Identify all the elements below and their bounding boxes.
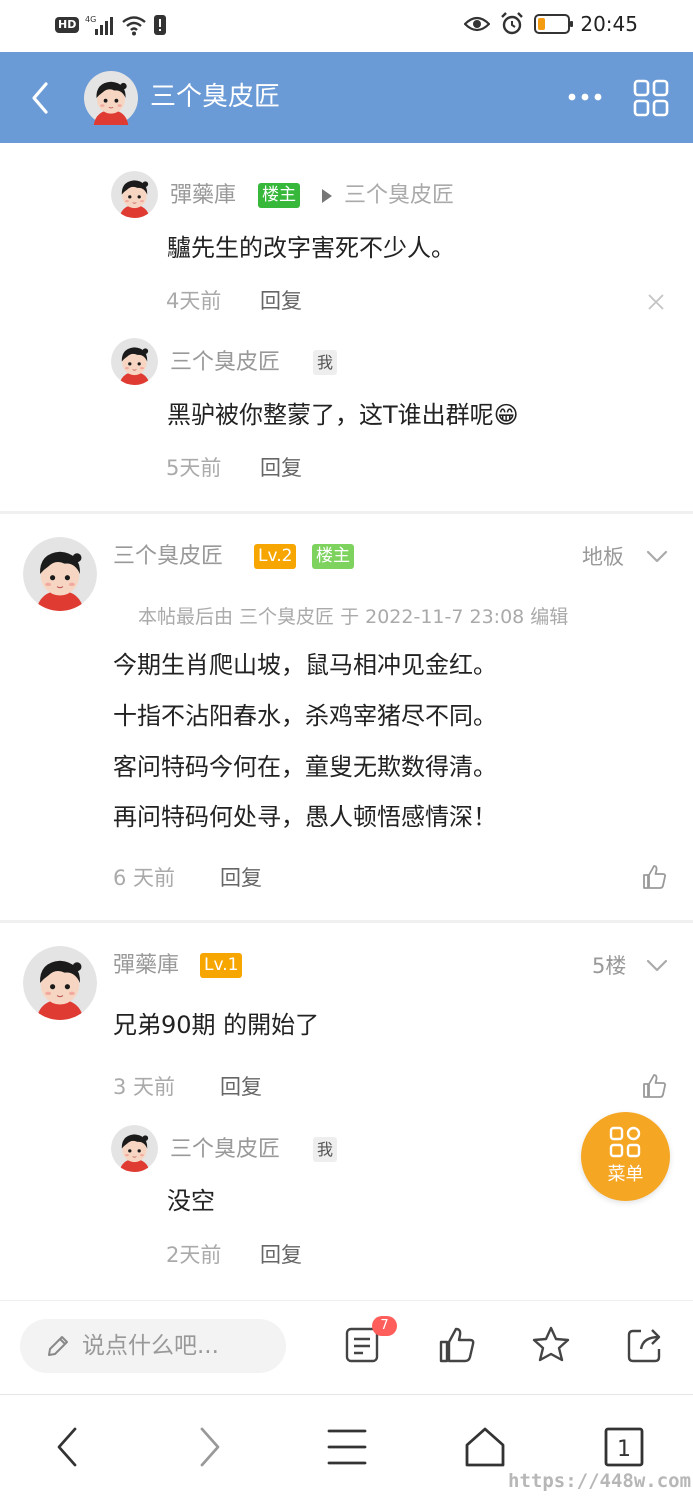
tab-count: 1 [617,1437,631,1462]
me-badge: 我 [313,350,338,375]
chevron-down-icon[interactable] [646,959,668,973]
back-icon[interactable] [47,1425,91,1469]
edit-note: 本帖最后由 三个臭皮匠 于 2022-11-7 23:08 编辑 [138,606,569,628]
svg-text:4G: 4G [85,15,96,24]
avatar[interactable] [23,537,97,611]
comment-input[interactable]: 说点什么吧... [20,1319,286,1373]
floor-label: 地板 [582,545,624,569]
comment-time: 2天前 [166,1243,222,1267]
post-author[interactable]: 彈藥庫 [113,951,179,981]
alert-icon [154,15,167,35]
alarm-icon [501,12,524,35]
post-time: 3 天前 [113,1075,176,1099]
comment-time: 5天前 [166,456,222,480]
divider [0,920,693,923]
signal-4g-icon: 4G [85,15,114,35]
comment-text: 没空 [167,1187,215,1215]
star-icon[interactable] [531,1325,571,1365]
comments-count-badge: 7 [372,1316,397,1336]
thumbs-up-icon[interactable] [437,1325,477,1365]
post-line: 十指不沾阳春水，杀鸡宰猪尽不同。 [113,702,497,730]
reply-button[interactable]: 回复 [220,1072,262,1102]
chevron-down-icon[interactable] [646,550,668,564]
post-text: 兄弟90期 的開始了 [113,1011,320,1039]
avatar[interactable] [23,946,97,1020]
home-icon[interactable] [463,1425,507,1469]
grid-icon[interactable] [632,78,670,118]
post-author[interactable]: 三个臭皮匠 [113,542,223,572]
avatar[interactable] [111,338,158,385]
close-icon[interactable] [646,292,666,312]
chevron-left-icon[interactable] [26,80,56,116]
avatar[interactable] [111,171,158,218]
apps-grid-icon [609,1126,641,1158]
thumbs-up-icon[interactable] [640,863,668,891]
header-title: 三个臭皮匠 [150,82,281,112]
reply-button[interactable]: 回复 [220,863,262,893]
thread-header: 三个臭皮匠 [0,52,693,143]
status-left: HD 4G [55,14,167,36]
fab-label: 菜单 [607,1164,644,1185]
comment-time: 4天前 [166,289,222,313]
comment-action-bar: 说点什么吧... 7 [0,1300,693,1394]
caret-right-icon [322,189,332,203]
comment-text-body: 黑驴被你整蒙了，这T谁出群呢 [167,401,494,429]
pencil-icon [48,1336,68,1356]
owner-badge: 楼主 [312,544,354,569]
status-bar: HD 4G 20:45 [0,0,693,52]
comment-text: 黑驴被你整蒙了，这T谁出群呢😁 [167,398,519,432]
avatar[interactable] [111,1125,158,1172]
post-line: 客问特码今何在，童叟无欺数得清。 [113,753,497,781]
hd-icon: HD [55,17,80,33]
comment-text: 驢先生的改字害死不少人。 [167,234,455,262]
floor-label: 5楼 [592,954,627,978]
reply-to-target: 三个臭皮匠 [322,181,454,211]
status-right: 20:45 [464,12,638,36]
me-badge: 我 [313,1137,338,1162]
comment-author[interactable]: 彈藥庫 [170,181,236,211]
reply-button[interactable]: 回复 [260,286,302,316]
reply-button[interactable]: 回复 [260,1240,302,1270]
reply-button[interactable]: 回复 [260,453,302,483]
comment-placeholder: 说点什么吧... [82,1333,219,1359]
owner-badge: 楼主 [258,183,300,208]
thumbs-up-icon[interactable] [640,1072,668,1100]
level-badge: Lv.2 [254,544,297,569]
level-badge: Lv.1 [200,953,243,978]
post-time: 6 天前 [113,866,176,890]
menu-icon[interactable] [325,1425,369,1469]
tabs-icon[interactable]: 1 [602,1425,646,1469]
battery-fill [538,18,545,30]
wifi-icon [122,16,147,36]
grin-emoji-icon: 😁 [493,401,519,429]
comment-author[interactable]: 三个臭皮匠 [170,1135,280,1165]
post-line: 再问特码何处寻，愚人顿悟感情深！ [113,803,497,831]
forward-icon[interactable] [186,1425,230,1469]
battery-icon [534,14,574,34]
header-avatar[interactable] [84,71,138,125]
reply-to-name[interactable]: 三个臭皮匠 [344,183,454,208]
more-dots-icon[interactable] [565,82,605,112]
comment-author[interactable]: 三个臭皮匠 [170,348,280,378]
share-icon[interactable] [625,1325,665,1365]
comment-feed[interactable]: 彈藥庫 楼主 三个臭皮匠 驢先生的改字害死不少人。 4天前 回复 三个臭皮匠 我… [0,143,693,1300]
divider [0,511,693,514]
status-time: 20:45 [580,12,638,36]
watermark: https://448w.com [508,1470,692,1492]
eye-icon [464,16,491,32]
menu-fab[interactable]: 菜单 [581,1112,670,1201]
post-line: 今期生肖爬山坡，鼠马相冲见金红。 [113,651,497,679]
